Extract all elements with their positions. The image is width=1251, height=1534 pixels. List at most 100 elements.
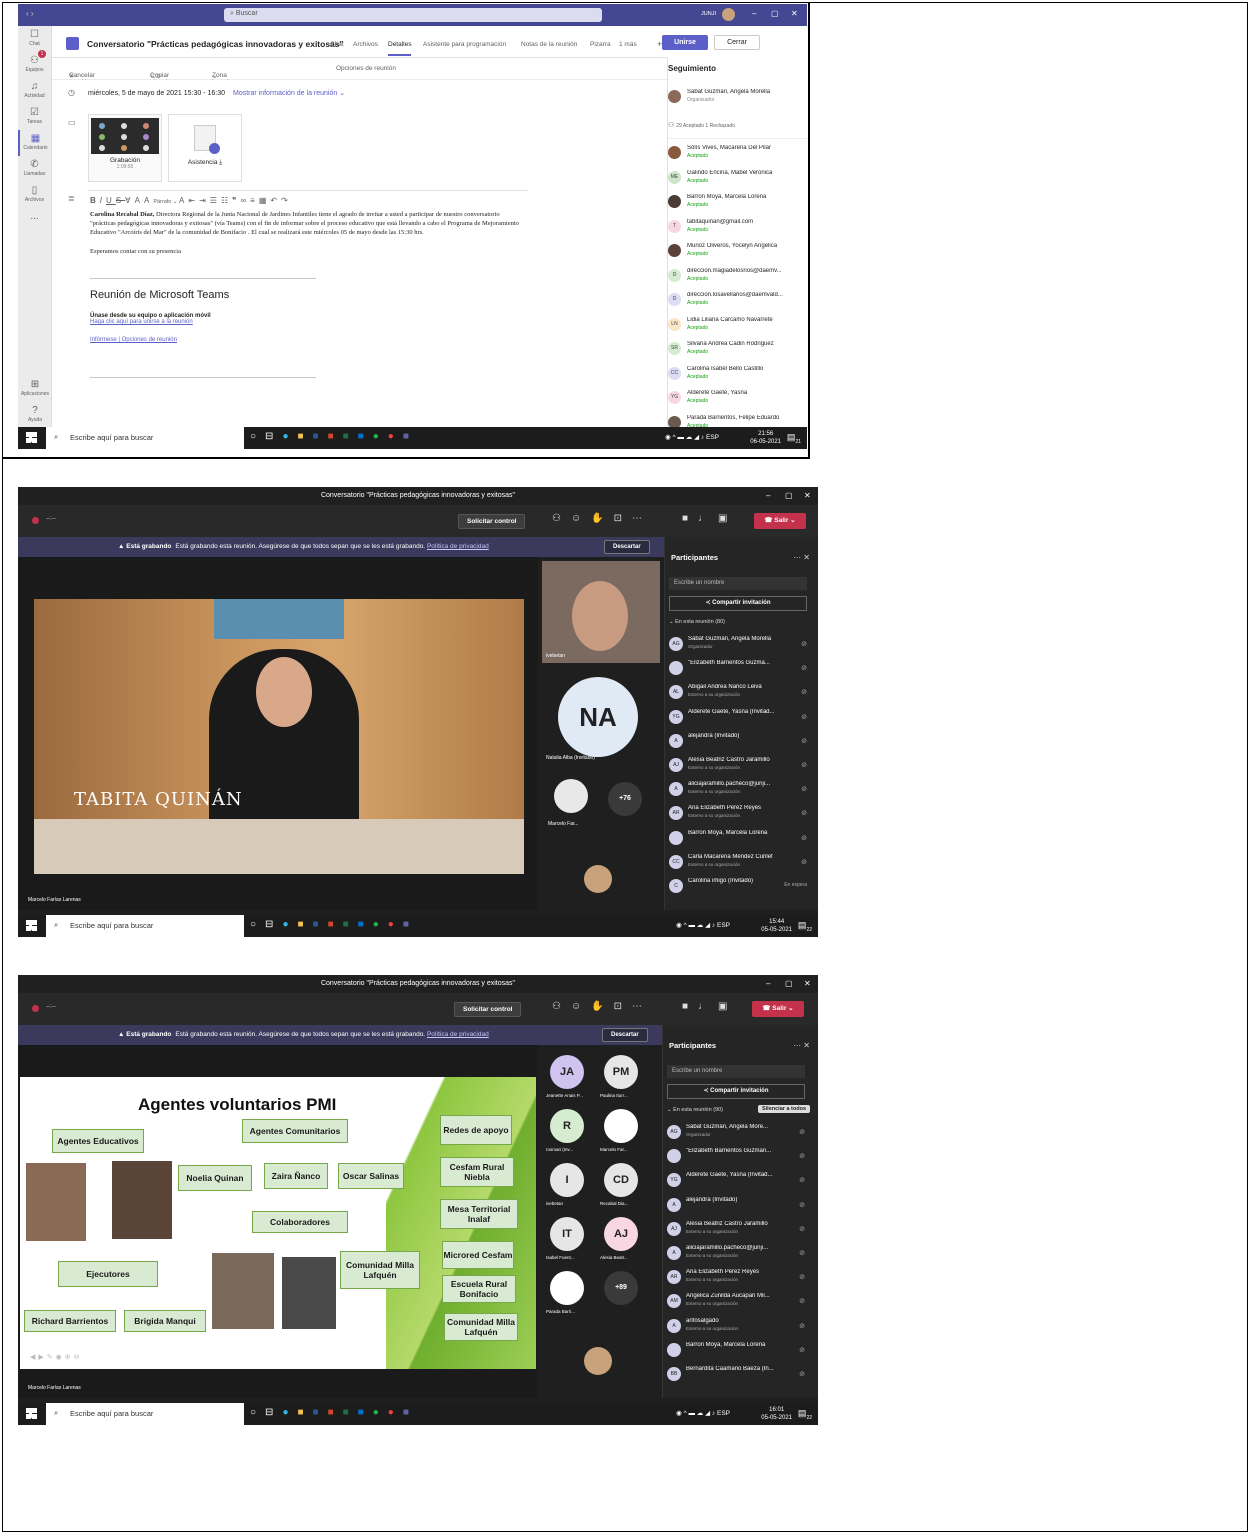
rooms-icon[interactable]: ⊡ <box>614 513 632 524</box>
maximize-icon[interactable]: ▢ <box>785 491 793 500</box>
mic-muted-icon[interactable]: ⊘ <box>799 1128 805 1136</box>
taskbar-apps[interactable]: ○⊟●■■■■■●●■ <box>250 1407 418 1418</box>
participant-row[interactable]: "Elizabeth Barrientos Guzma... ⊘ <box>669 657 811 681</box>
attendee-row[interactable]: Solís Vives, Macarena Del Pilar Aceptado <box>668 143 807 168</box>
back-arrow-icon[interactable]: ‹ › <box>26 9 34 18</box>
attendance-card[interactable]: Asistencia ⤓ <box>168 114 242 182</box>
close-panel-icon[interactable]: ⋯ ✕ <box>793 1041 810 1050</box>
mic-muted-icon[interactable]: ⊘ <box>801 785 807 793</box>
teams-app-icon[interactable]: ■ <box>403 919 418 930</box>
outlook-icon[interactable]: ■ <box>358 1407 373 1418</box>
close-icon[interactable]: ✕ <box>804 979 811 988</box>
attendee-row[interactable]: ME Galindo Encina, Mabel Verónica Aceptado <box>668 168 807 193</box>
notifications-icon[interactable]: ▤21 <box>787 432 801 445</box>
more-participants-tile[interactable]: +76 <box>608 782 642 816</box>
powerpoint-icon[interactable]: ■ <box>328 1407 343 1418</box>
cortana-icon[interactable]: ○ <box>250 431 265 442</box>
powerpoint-icon[interactable]: ■ <box>328 431 343 442</box>
user-initials[interactable]: JUNJI <box>701 11 716 17</box>
reactions-icon[interactable]: ✋ <box>591 1001 613 1012</box>
mic-off-icon[interactable]: ♩ <box>698 513 718 524</box>
participant-avatar-tile[interactable]: R <box>550 1109 584 1143</box>
more-icon[interactable]: ⋯ <box>632 1001 652 1012</box>
rail-item-calls[interactable]: ✆ Llamadas <box>18 156 51 182</box>
cortana-icon[interactable]: ○ <box>250 1407 265 1418</box>
excel-icon[interactable]: ■ <box>343 919 358 930</box>
participant-avatar-tile[interactable]: PM <box>604 1055 638 1089</box>
leave-button[interactable]: ☎ Salir ⌄ <box>752 1001 804 1017</box>
search-input[interactable]: ⌕ Buscar <box>224 8 602 22</box>
notifications-icon[interactable]: ▤22 <box>798 920 812 933</box>
dismiss-button[interactable]: Descartar <box>604 540 650 554</box>
participant-avatar-tile[interactable]: CD <box>604 1163 638 1197</box>
mic-muted-icon[interactable]: ⊘ <box>801 664 807 672</box>
self-video-tile[interactable] <box>584 1347 612 1375</box>
participant-search-input[interactable]: Escribe un nombre <box>669 577 807 590</box>
mic-muted-icon[interactable]: ⊘ <box>799 1249 805 1257</box>
participant-row[interactable]: BB Bernardita Caamaño Baeza (In... ⊘ <box>667 1363 809 1387</box>
participants-icon[interactable]: ⚇ <box>552 1001 571 1012</box>
participant-row[interactable]: Aaliciajaramillo.pacheco@junji... Externo… <box>667 1242 809 1266</box>
clear-format-icon[interactable]: A <box>179 196 188 205</box>
maximize-icon[interactable]: ▢ <box>785 979 793 988</box>
show-meeting-info-link[interactable]: Mostrar información de la reunión <box>233 90 337 97</box>
mic-muted-icon[interactable]: ⊘ <box>801 640 807 648</box>
camera-off-icon[interactable]: ■ <box>682 1001 698 1012</box>
chat-icon[interactable]: ☺ <box>571 1001 591 1012</box>
task-view-icon[interactable]: ⊟ <box>265 919 282 930</box>
mute-all-button[interactable]: Silenciar a todos <box>757 1105 810 1113</box>
participant-row[interactable]: CC Carla Macarena Méndez Curilef Externo a… <box>669 851 811 875</box>
attendee-row[interactable]: Barron Moya, Marcela Lorena Aceptado <box>668 192 807 217</box>
participant-avatar-tile[interactable]: NA <box>558 677 638 757</box>
edge-icon[interactable]: ● <box>282 1407 297 1418</box>
rail-item-apps[interactable]: ⊞ Aplicaciones <box>18 376 52 402</box>
attendee-row[interactable]: YG Alderete Gaete, Yasna Aceptado <box>668 388 807 413</box>
tab-meeting-notes[interactable]: Notas de la reunión <box>521 41 577 48</box>
share-invite-button[interactable]: ≺ Compartir invitación <box>669 596 807 611</box>
participant-row[interactable]: AG Sabat Guzmán, Angela More... Organizado… <box>667 1121 809 1145</box>
indent-increase-icon[interactable]: ⇥ <box>199 196 210 205</box>
taskbar-search-input[interactable]: ⌕ Escribe aquí para buscar <box>46 915 244 937</box>
paragraph-dropdown[interactable]: Párrafo ⌄ <box>153 199 179 205</box>
table-icon[interactable]: ▦ <box>259 196 271 205</box>
close-button[interactable]: Cerrar <box>714 35 760 50</box>
participants-icon[interactable]: ⚇ <box>552 513 571 524</box>
task-view-icon[interactable]: ⊟ <box>265 431 282 442</box>
file-explorer-icon[interactable]: ■ <box>297 919 312 930</box>
spotify-icon[interactable]: ● <box>373 431 388 442</box>
mic-muted-icon[interactable]: ⊘ <box>801 737 807 745</box>
participant-avatar-tile[interactable]: I <box>550 1163 584 1197</box>
participant-row[interactable]: AJ Alesia Beatriz Castro Jaramillo Externo… <box>667 1218 809 1242</box>
tab-chat[interactable]: Chat <box>330 41 344 48</box>
mic-muted-icon[interactable]: ⊘ <box>801 761 807 769</box>
more-participants-tile[interactable]: +89 <box>604 1271 638 1305</box>
participant-row[interactable]: Aalejandra (Invitado) ⊘ <box>669 730 811 754</box>
mic-muted-icon[interactable]: ⊘ <box>801 834 807 842</box>
redo-icon[interactable]: ↷ <box>281 196 292 205</box>
participant-row[interactable]: AM Angelica Zunilda Aucapan Mil... Externo… <box>667 1290 809 1314</box>
mic-muted-icon[interactable]: ⊘ <box>799 1225 805 1233</box>
tab-files[interactable]: Archivos <box>353 41 378 48</box>
participant-row[interactable]: "Elizabeth Barrientos Guzman... ⊘ <box>667 1145 809 1169</box>
attendee-row[interactable]: Muñoz Oliveros, Yocelyn Angélica Aceptado <box>668 241 807 266</box>
more-icon[interactable]: ⋯ <box>632 513 652 524</box>
teams-app-icon[interactable]: ■ <box>403 431 418 442</box>
windows-start-icon[interactable] <box>26 1408 37 1419</box>
numbering-icon[interactable]: ☷ <box>221 196 232 205</box>
notifications-icon[interactable]: ▤22 <box>798 1408 812 1421</box>
file-explorer-icon[interactable]: ■ <box>297 1407 312 1418</box>
system-tray[interactable]: ◉ ^ ▬ ☁ ◢ ♪ ESP <box>676 1409 730 1417</box>
attendee-row[interactable]: LN Lidia Liliana Carcamo Navarrete Aceptad… <box>668 315 807 340</box>
participant-avatar-tile[interactable]: IT <box>550 1217 584 1251</box>
participant-video-tile[interactable] <box>554 779 588 813</box>
rail-item-files[interactable]: ▯ Archivos <box>18 182 51 208</box>
mic-off-icon[interactable]: ♩ <box>698 1001 718 1012</box>
mic-muted-icon[interactable]: ⊘ <box>801 688 807 696</box>
rail-item-chat[interactable]: ☐ Chat 1 <box>18 26 51 58</box>
spotify-icon[interactable]: ● <box>373 1407 388 1418</box>
spotify-icon[interactable]: ● <box>373 919 388 930</box>
rail-item-activity[interactable]: ♫ Actividad <box>18 78 51 104</box>
minimize-icon[interactable]: – <box>752 9 756 18</box>
rail-item-tasks[interactable]: ☑ Tareas <box>18 104 51 130</box>
link-icon[interactable]: ∞ <box>240 196 250 205</box>
